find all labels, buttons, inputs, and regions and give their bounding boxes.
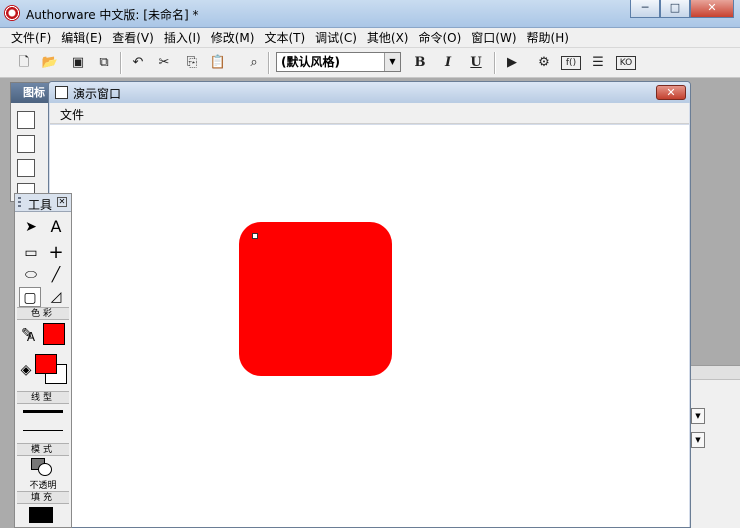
chevron-down-icon[interactable]: ▼ bbox=[384, 53, 400, 71]
close-button[interactable]: ✕ bbox=[690, 0, 734, 18]
fill-pattern-swatch[interactable] bbox=[29, 507, 53, 523]
foreground-color-swatch[interactable] bbox=[35, 354, 57, 374]
polygon-tool-icon[interactable]: ◿ bbox=[45, 287, 67, 307]
menu-edit[interactable]: 编辑(E) bbox=[56, 28, 107, 47]
mode-value: 不透明 bbox=[29, 481, 57, 491]
find-icon[interactable]: ⌕ bbox=[244, 53, 264, 73]
presentation-menubar: 文件 bbox=[50, 103, 689, 124]
rectangle-tool-icon[interactable]: ▭ bbox=[20, 243, 42, 263]
menu-insert[interactable]: 插入(I) bbox=[159, 28, 206, 47]
erase-icon[interactable] bbox=[17, 159, 35, 177]
window-controls: ─ □ ✕ bbox=[630, 0, 734, 18]
app-title-bar: Authorware 中文版: [未命名] * ─ □ ✕ bbox=[0, 0, 740, 28]
presentation-title: 演示窗口 bbox=[73, 87, 122, 101]
chevron-down-icon[interactable]: ▼ bbox=[691, 432, 705, 448]
text-style-value: (默认风格) bbox=[281, 55, 340, 69]
variables-icon[interactable]: ☰ bbox=[588, 53, 608, 73]
italic-button[interactable]: I bbox=[438, 53, 458, 73]
tools-palette: 工具 ✕ ➤ A ▭ + ⬭ ╱ ▢ ◿ 色彩 ✎ A ◈ 线型 模式 不透明 … bbox=[14, 193, 72, 528]
text-color-label: A bbox=[26, 330, 36, 344]
underline-button[interactable]: U bbox=[466, 53, 486, 73]
control-panel-icon[interactable]: ⚙ bbox=[534, 53, 554, 73]
presentation-window: 演示窗口 ✕ 文件 bbox=[48, 81, 691, 528]
toolbar-separator bbox=[120, 52, 122, 74]
presentation-menu-file[interactable]: 文件 bbox=[60, 106, 84, 123]
line-tool-icon[interactable]: ╱ bbox=[45, 265, 67, 285]
line-weight-thick[interactable] bbox=[23, 410, 63, 413]
fill-section-label: 填充 bbox=[17, 491, 69, 504]
undo-icon[interactable]: ↶ bbox=[128, 53, 148, 73]
tools-palette-title: 工具 bbox=[28, 198, 53, 212]
cut-icon[interactable]: ✂ bbox=[154, 53, 174, 73]
chevron-down-icon[interactable]: ▼ bbox=[691, 408, 705, 424]
minimize-button[interactable]: ─ bbox=[630, 0, 660, 18]
pointer-tool-icon[interactable]: ➤ bbox=[20, 217, 42, 237]
import-icon[interactable]: ⧉ bbox=[94, 53, 114, 73]
menu-commands[interactable]: 命令(O) bbox=[413, 28, 466, 47]
open-folder-icon[interactable]: 📂 bbox=[40, 53, 60, 73]
menu-modify[interactable]: 修改(M) bbox=[206, 28, 260, 47]
paste-icon[interactable]: 📋 bbox=[208, 53, 228, 73]
crosshair-tool-icon[interactable]: + bbox=[45, 243, 67, 263]
save-all-icon[interactable]: ▣ bbox=[68, 53, 88, 73]
toolbar-separator bbox=[268, 52, 270, 74]
properties-panel: ▼ ▼ bbox=[691, 365, 740, 528]
menu-text[interactable]: 文本(T) bbox=[259, 28, 310, 47]
drag-grip-icon[interactable] bbox=[18, 197, 21, 209]
app-title: Authorware 中文版: [未命名] * bbox=[26, 8, 199, 22]
text-tool[interactable]: A bbox=[45, 217, 67, 237]
opaque-mode-icon[interactable] bbox=[31, 458, 55, 476]
tools-palette-header: 工具 ✕ bbox=[15, 194, 71, 212]
stroke-color-swatch[interactable] bbox=[43, 323, 65, 345]
knowledge-objects-icon[interactable]: KO bbox=[616, 56, 636, 70]
corner-radius-handle[interactable] bbox=[252, 233, 258, 239]
mode-section-label: 模式 bbox=[17, 443, 69, 456]
presentation-close-button[interactable]: ✕ bbox=[656, 85, 686, 100]
run-icon[interactable]: ▶ bbox=[502, 53, 522, 73]
authorware-logo-icon bbox=[4, 5, 20, 21]
rounded-rectangle-shape[interactable] bbox=[239, 222, 392, 376]
maximize-button[interactable]: □ bbox=[660, 0, 690, 18]
menu-help[interactable]: 帮助(H) bbox=[522, 28, 574, 47]
text-style-select[interactable]: (默认风格) ▼ bbox=[276, 52, 401, 72]
new-file-icon[interactable]: 🗋 bbox=[14, 53, 34, 73]
motion-icon[interactable] bbox=[17, 135, 35, 153]
copy-icon[interactable]: ⎘ bbox=[182, 53, 202, 73]
toolbar-separator bbox=[494, 52, 496, 74]
ellipse-tool-icon[interactable]: ⬭ bbox=[20, 265, 42, 285]
color-section-label: 色彩 bbox=[17, 307, 69, 320]
bold-button[interactable]: B bbox=[410, 53, 430, 73]
close-icon[interactable]: ✕ bbox=[57, 197, 67, 207]
menu-file[interactable]: 文件(F) bbox=[6, 28, 56, 47]
menu-window[interactable]: 窗口(W) bbox=[466, 28, 521, 47]
rounded-rectangle-tool-icon[interactable]: ▢ bbox=[19, 287, 41, 307]
functions-icon[interactable]: f() bbox=[561, 56, 581, 70]
display-icon[interactable] bbox=[17, 111, 35, 129]
main-menubar: 文件(F) 编辑(E) 查看(V) 插入(I) 修改(M) 文本(T) 调试(C… bbox=[0, 28, 740, 48]
properties-panel-header bbox=[691, 366, 740, 380]
line-section-label: 线型 bbox=[17, 391, 69, 404]
line-weight-thin[interactable] bbox=[23, 430, 63, 431]
icons-palette-title: 图标 bbox=[11, 83, 49, 103]
icons-palette: 图标 bbox=[10, 82, 50, 202]
presentation-window-icon bbox=[55, 86, 68, 99]
menu-view[interactable]: 查看(V) bbox=[107, 28, 159, 47]
menu-debug[interactable]: 调试(C) bbox=[310, 28, 362, 47]
menu-xtras[interactable]: 其他(X) bbox=[362, 28, 414, 47]
presentation-stage[interactable] bbox=[50, 125, 689, 527]
paint-bucket-icon: ◈ bbox=[20, 362, 32, 378]
presentation-title-bar: 演示窗口 ✕ bbox=[49, 82, 690, 103]
